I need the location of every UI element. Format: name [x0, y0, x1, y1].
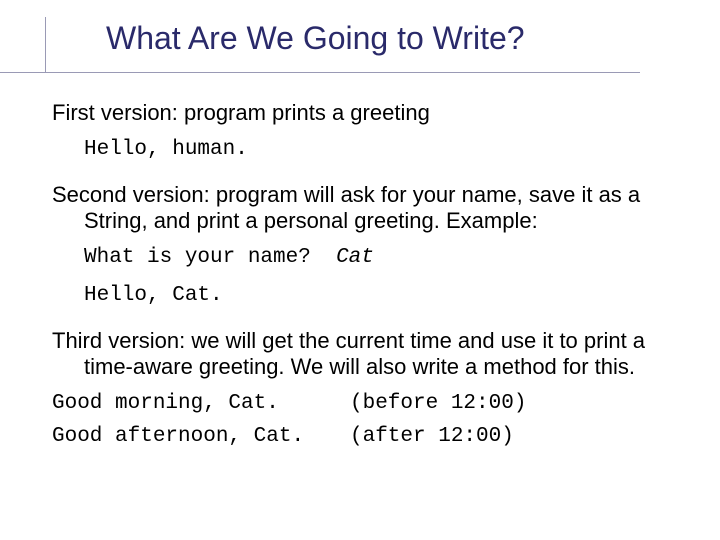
morning-greeting: Good morning, Cat.: [52, 392, 322, 415]
first-version-output: Hello, human.: [84, 138, 680, 162]
slide: What Are We Going to Write? First versio…: [0, 0, 720, 540]
afternoon-condition: (after 12:00): [350, 425, 514, 448]
second-version-text: Second version: program will ask for you…: [52, 182, 680, 234]
third-version-example-morning: Good morning, Cat. (before 12:00): [52, 392, 680, 415]
second-version-output: Hello, Cat.: [84, 284, 680, 308]
second-version-prompt-line: What is your name? Cat: [84, 246, 680, 270]
third-version-text: Third version: we will get the current t…: [52, 328, 680, 380]
first-version-text: First version: program prints a greeting: [52, 100, 680, 126]
prompt-question: What is your name?: [84, 246, 311, 269]
morning-condition: (before 12:00): [350, 392, 526, 415]
slide-title: What Are We Going to Write?: [106, 20, 525, 57]
third-version-example-afternoon: Good afternoon, Cat. (after 12:00): [52, 425, 680, 448]
decorative-horizontal-rule: [0, 72, 640, 73]
slide-body: First version: program prints a greeting…: [52, 100, 680, 458]
afternoon-greeting: Good afternoon, Cat.: [52, 425, 322, 448]
user-input-example: Cat: [336, 246, 374, 269]
decorative-vertical-tick: [45, 17, 46, 72]
